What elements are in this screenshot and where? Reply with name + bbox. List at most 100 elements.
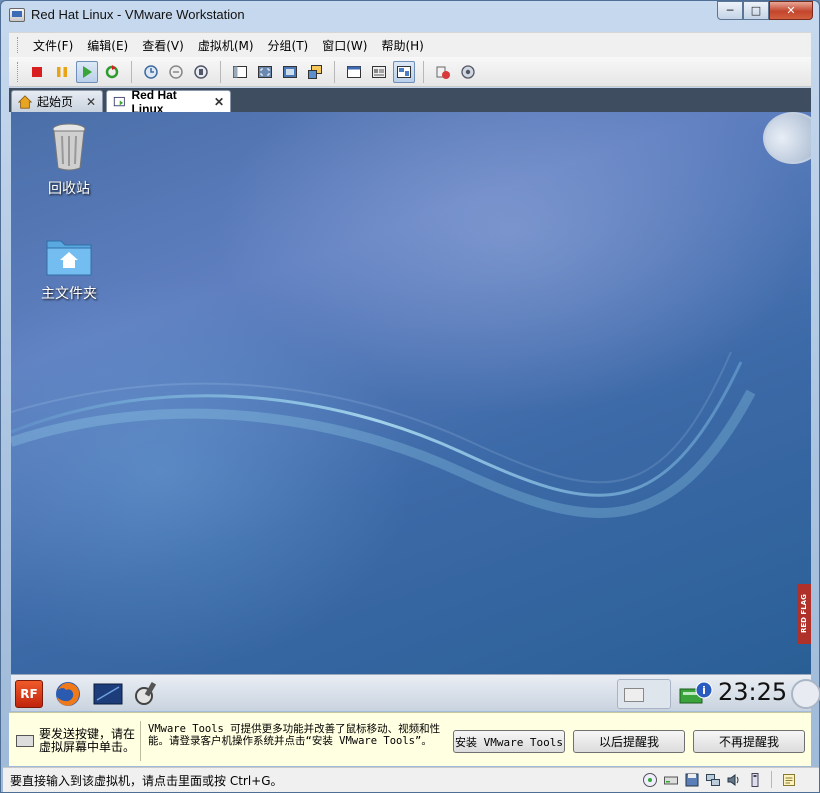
toolbar-separator: [131, 60, 132, 83]
settings-button[interactable]: [457, 61, 479, 83]
title-bar[interactable]: Red Hat Linux - VMware Workstation ─ □ ✕: [1, 1, 819, 31]
tab-red-hat-linux[interactable]: Red Hat Linux ✕: [106, 88, 231, 116]
window-title: Red Hat Linux - VMware Workstation: [31, 7, 245, 22]
home-icon: [18, 94, 32, 109]
menu-edit[interactable]: 编辑(E): [80, 35, 135, 56]
home-folder-desktop-icon[interactable]: 主文件夹: [24, 235, 114, 303]
reset-button[interactable]: [101, 61, 123, 83]
cd-drive-icon: [663, 776, 678, 784]
cd-drive-status[interactable]: [662, 771, 679, 788]
thumbnail-view-icon: [397, 65, 411, 78]
hard-disk-icon: [642, 772, 657, 787]
sidebar-toggle-button[interactable]: [229, 61, 251, 83]
menu-file[interactable]: 文件(F): [26, 35, 80, 56]
console-view-button[interactable]: [343, 61, 365, 83]
close-button[interactable]: ✕: [769, 1, 813, 20]
keyboard-icon: [624, 688, 644, 702]
toolbar: [9, 57, 811, 87]
keyboard-indicator[interactable]: [617, 679, 671, 709]
fullscreen-button[interactable]: [254, 61, 276, 83]
start-menu-button[interactable]: RF: [14, 679, 44, 709]
quick-switch-icon: [283, 65, 297, 78]
speaker-icon: [727, 773, 738, 786]
terminal-button[interactable]: [93, 679, 123, 709]
guest-clock[interactable]: 23:25: [718, 678, 787, 706]
menu-vm[interactable]: 虚拟机(M): [191, 35, 261, 56]
remind-later-button[interactable]: 以后提醒我: [573, 730, 685, 753]
vmware-tools-notification: 要发送按键，请在虚拟屏幕中单击。 VMware Tools 可提供更多功能并改善…: [9, 712, 811, 766]
tab-bar: 起始页 ✕ Red Hat Linux ✕: [9, 88, 811, 116]
status-text: 要直接输入到该虚拟机，请点击里面或按 Ctrl+G。: [10, 774, 283, 788]
summary-view-button[interactable]: [368, 61, 390, 83]
summary-view-icon: [372, 65, 386, 78]
home-folder-label: 主文件夹: [41, 286, 97, 302]
tab-vm-close-icon[interactable]: ✕: [214, 95, 224, 109]
menu-bar: 文件(F) 编辑(E) 查看(V) 虚拟机(M) 分组(T) 窗口(W) 帮助(…: [9, 32, 811, 57]
revert-snapshot-button[interactable]: [165, 61, 187, 83]
tray-round-button[interactable]: [791, 679, 820, 709]
hard-disk-status[interactable]: [641, 771, 658, 788]
quick-switch-button[interactable]: [279, 61, 301, 83]
firefox-button[interactable]: [53, 679, 83, 709]
never-remind-button[interactable]: 不再提醒我: [693, 730, 805, 753]
red-flag-logo-icon: RF: [15, 680, 43, 708]
stop-icon: [32, 66, 42, 77]
revert-icon: [169, 64, 183, 79]
trash-icon: [52, 123, 86, 171]
tab-home[interactable]: 起始页 ✕: [11, 90, 103, 112]
notification-divider: [140, 721, 141, 761]
floppy-status[interactable]: [683, 771, 700, 788]
snapshot-manager-button[interactable]: [190, 61, 212, 83]
firefox-icon: [56, 682, 80, 706]
status-separator: [771, 771, 772, 788]
keyboard-hint-icon: [16, 735, 34, 747]
minimize-button[interactable]: ─: [717, 1, 743, 20]
reset-icon: [105, 64, 119, 78]
terminal-icon: [93, 683, 123, 705]
snapshot-button[interactable]: [140, 61, 162, 83]
clone-icon: [436, 66, 450, 79]
tools-icon: [135, 681, 157, 705]
guest-taskbar: RF i 23:25: [11, 674, 820, 711]
usb-status[interactable]: [746, 771, 763, 788]
clone-button[interactable]: [432, 61, 454, 83]
fullscreen-icon: [258, 65, 272, 78]
play-icon: [83, 65, 92, 78]
system-tools-button[interactable]: [131, 679, 161, 709]
menu-view[interactable]: 查看(V): [135, 35, 191, 56]
message-log-status[interactable]: [780, 771, 797, 788]
svg-text:i: i: [702, 684, 706, 697]
network-adapter-icon: [705, 773, 720, 786]
home-folder-icon: [46, 240, 92, 276]
power-on-button[interactable]: [76, 60, 98, 83]
vm-icon: [113, 96, 125, 106]
message-log-icon: [782, 773, 795, 786]
guest-desktop[interactable]: 回收站 主文件夹 RED FLAG: [11, 112, 811, 674]
thumbnail-view-button[interactable]: [393, 60, 415, 83]
install-vmware-tools-button[interactable]: 安装 VMware Tools: [453, 730, 565, 753]
sidebar-icon: [233, 65, 247, 78]
settings-icon: [461, 64, 475, 79]
sound-card-status[interactable]: [725, 771, 742, 788]
pause-icon: [57, 66, 67, 77]
toolbar-separator: [423, 60, 424, 83]
toolbar-separator: [220, 60, 221, 83]
suspend-button[interactable]: [51, 61, 73, 83]
menu-team[interactable]: 分组(T): [261, 35, 316, 56]
red-flag-side-tab[interactable]: RED FLAG: [797, 584, 811, 644]
network-info-icon[interactable]: i: [679, 681, 713, 705]
vmware-app-icon: [9, 8, 25, 22]
unity-icon: [308, 64, 322, 79]
vmware-tools-message: VMware Tools 可提供更多功能并改善了鼠标移动、视频和性能。请登录客户…: [148, 723, 441, 747]
menu-help[interactable]: 帮助(H): [374, 35, 430, 56]
maximize-button[interactable]: □: [743, 1, 769, 20]
trash-label: 回收站: [48, 181, 90, 197]
snapshot-icon: [144, 64, 158, 79]
trash-desktop-icon[interactable]: 回收站: [24, 122, 114, 198]
power-off-button[interactable]: [26, 61, 48, 83]
wallpaper-wave: [11, 351, 756, 518]
tab-home-close-icon[interactable]: ✕: [86, 95, 96, 109]
menu-window[interactable]: 窗口(W): [315, 35, 374, 56]
unity-button[interactable]: [304, 61, 326, 83]
network-adapter-status[interactable]: [704, 771, 721, 788]
